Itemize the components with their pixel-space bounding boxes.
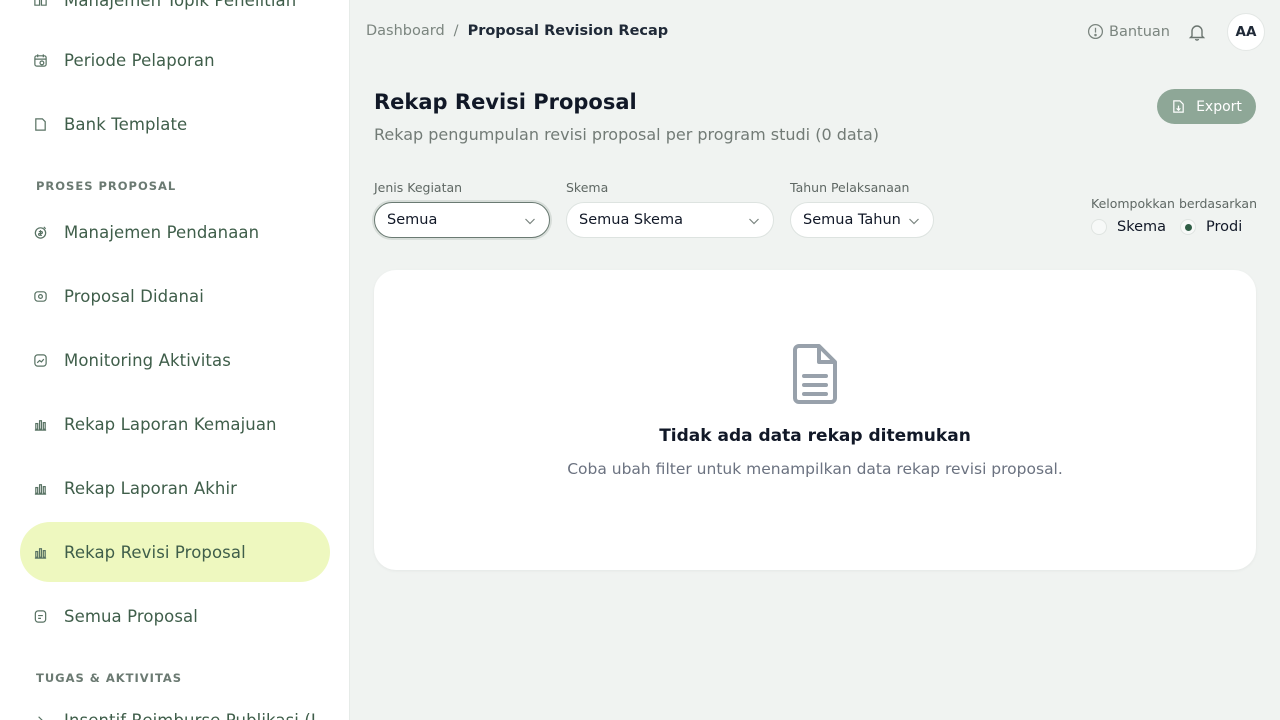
select-value: Semua Skema — [579, 212, 683, 228]
jenis-kegiatan-select[interactable]: Semua — [374, 202, 550, 238]
activity-chart-icon — [32, 352, 48, 368]
filter-label-tahun-pelaksanaan: Tahun Pelaksanaan — [790, 180, 910, 195]
breadcrumb: Dashboard / Proposal Revision Recap — [366, 23, 668, 39]
chevron-down-icon — [523, 214, 537, 228]
help-label: Bantuan — [1109, 23, 1170, 40]
select-value: Semua Tahun — [803, 212, 901, 228]
document-icon — [793, 344, 837, 404]
group-by-prodi-radio[interactable]: Prodi — [1180, 219, 1242, 235]
sidebar-item-label: Manajemen Pendanaan — [64, 222, 260, 242]
empty-state-subtitle: Coba ubah filter untuk menampilkan data … — [567, 460, 1063, 478]
filter-label-jenis-kegiatan: Jenis Kegiatan — [374, 180, 463, 195]
radio-label: Prodi — [1206, 219, 1243, 235]
sidebar-item-label: Manajemen Topik Penelitian — [64, 0, 297, 10]
empty-state-card: Tidak ada data rekap ditemukan Coba ubah… — [374, 270, 1256, 570]
sidebar-item-label: Monitoring Aktivitas — [64, 350, 231, 370]
bar-chart-icon — [32, 544, 48, 560]
export-button[interactable]: Export — [1157, 89, 1256, 124]
avatar[interactable]: AA — [1227, 13, 1265, 51]
chevron-down-icon — [907, 214, 921, 228]
sidebar-item-label: Rekap Laporan Akhir — [64, 478, 238, 498]
empty-state-title: Tidak ada data rekap ditemukan — [659, 426, 971, 446]
download-file-icon — [1173, 100, 1184, 113]
bar-chart-icon — [32, 480, 48, 496]
sidebar-item-rekap-revisi-proposal[interactable]: Rekap Revisi Proposal — [20, 522, 330, 582]
sidebar-item-rekap-laporan-kemajuan[interactable]: Rekap Laporan Kemajuan — [20, 394, 330, 454]
sidebar-item-periode-pelaporan[interactable]: Periode Pelaporan — [20, 30, 330, 90]
bar-chart-icon — [32, 416, 48, 432]
section-heading-proses: PROSES PROPOSAL — [36, 179, 177, 193]
file-icon — [32, 116, 48, 132]
breadcrumb-separator: / — [453, 23, 459, 39]
group-by-skema-radio[interactable]: Skema — [1091, 219, 1166, 235]
sidebar-item-label: Rekap Revisi Proposal — [64, 542, 246, 562]
money-icon — [32, 288, 48, 304]
sidebar-item-label: Insentif Reimburse Publikasi (I — [64, 710, 316, 720]
sidebar-item-monitoring-aktivitas[interactable]: Monitoring Aktivitas — [20, 330, 330, 390]
avatar-initials: AA — [1235, 24, 1257, 40]
document-icon — [32, 608, 48, 624]
radio-indicator — [1091, 219, 1107, 235]
sidebar-item-label: Proposal Didanai — [64, 286, 204, 306]
funding-icon — [32, 224, 48, 240]
chevron-down-icon — [747, 214, 761, 228]
sidebar-item-semua-proposal[interactable]: Semua Proposal — [20, 586, 330, 646]
sidebar-item-label: Periode Pelaporan — [64, 50, 215, 70]
info-circle-icon — [1087, 23, 1104, 40]
breadcrumb-home-link[interactable]: Dashboard — [366, 23, 445, 39]
publication-icon — [32, 712, 48, 720]
sidebar-item-insentif-reimburse[interactable]: Insentif Reimburse Publikasi (I — [20, 690, 330, 720]
radio-indicator — [1180, 219, 1196, 235]
filter-label-skema: Skema — [566, 180, 609, 195]
sidebar-item-manajemen-pendanaan[interactable]: Manajemen Pendanaan — [20, 202, 330, 262]
sidebar-item-proposal-didanai[interactable]: Proposal Didanai — [20, 266, 330, 326]
sidebar-item-label: Rekap Laporan Kemajuan — [64, 414, 277, 434]
sidebar-item-manajemen-topik[interactable]: Manajemen Topik Penelitian — [20, 0, 330, 30]
tahun-pelaksanaan-select[interactable]: Semua Tahun — [790, 202, 934, 238]
sidebar: Manajemen Topik Penelitian Periode Pelap… — [0, 0, 350, 720]
page-subtitle: Rekap pengumpulan revisi proposal per pr… — [374, 125, 879, 144]
sidebar-item-bank-template[interactable]: Bank Template — [20, 94, 330, 154]
sidebar-item-label: Bank Template — [64, 114, 188, 134]
export-label: Export — [1196, 98, 1242, 115]
select-value: Semua — [387, 212, 438, 228]
book-icon — [32, 0, 48, 8]
group-by-label: Kelompokkan berdasarkan — [1091, 196, 1258, 211]
page-title: Rekap Revisi Proposal — [374, 90, 637, 114]
skema-select[interactable]: Semua Skema — [566, 202, 774, 238]
sidebar-item-rekap-laporan-akhir[interactable]: Rekap Laporan Akhir — [20, 458, 330, 518]
bell-icon[interactable] — [1187, 22, 1207, 42]
section-heading-tugas: TUGAS & AKTIVITAS — [36, 671, 183, 685]
calendar-icon — [32, 52, 48, 68]
help-link[interactable]: Bantuan — [1087, 23, 1170, 40]
sidebar-item-label: Semua Proposal — [64, 606, 198, 626]
breadcrumb-current: Proposal Revision Recap — [467, 23, 669, 39]
radio-label: Skema — [1117, 219, 1167, 235]
